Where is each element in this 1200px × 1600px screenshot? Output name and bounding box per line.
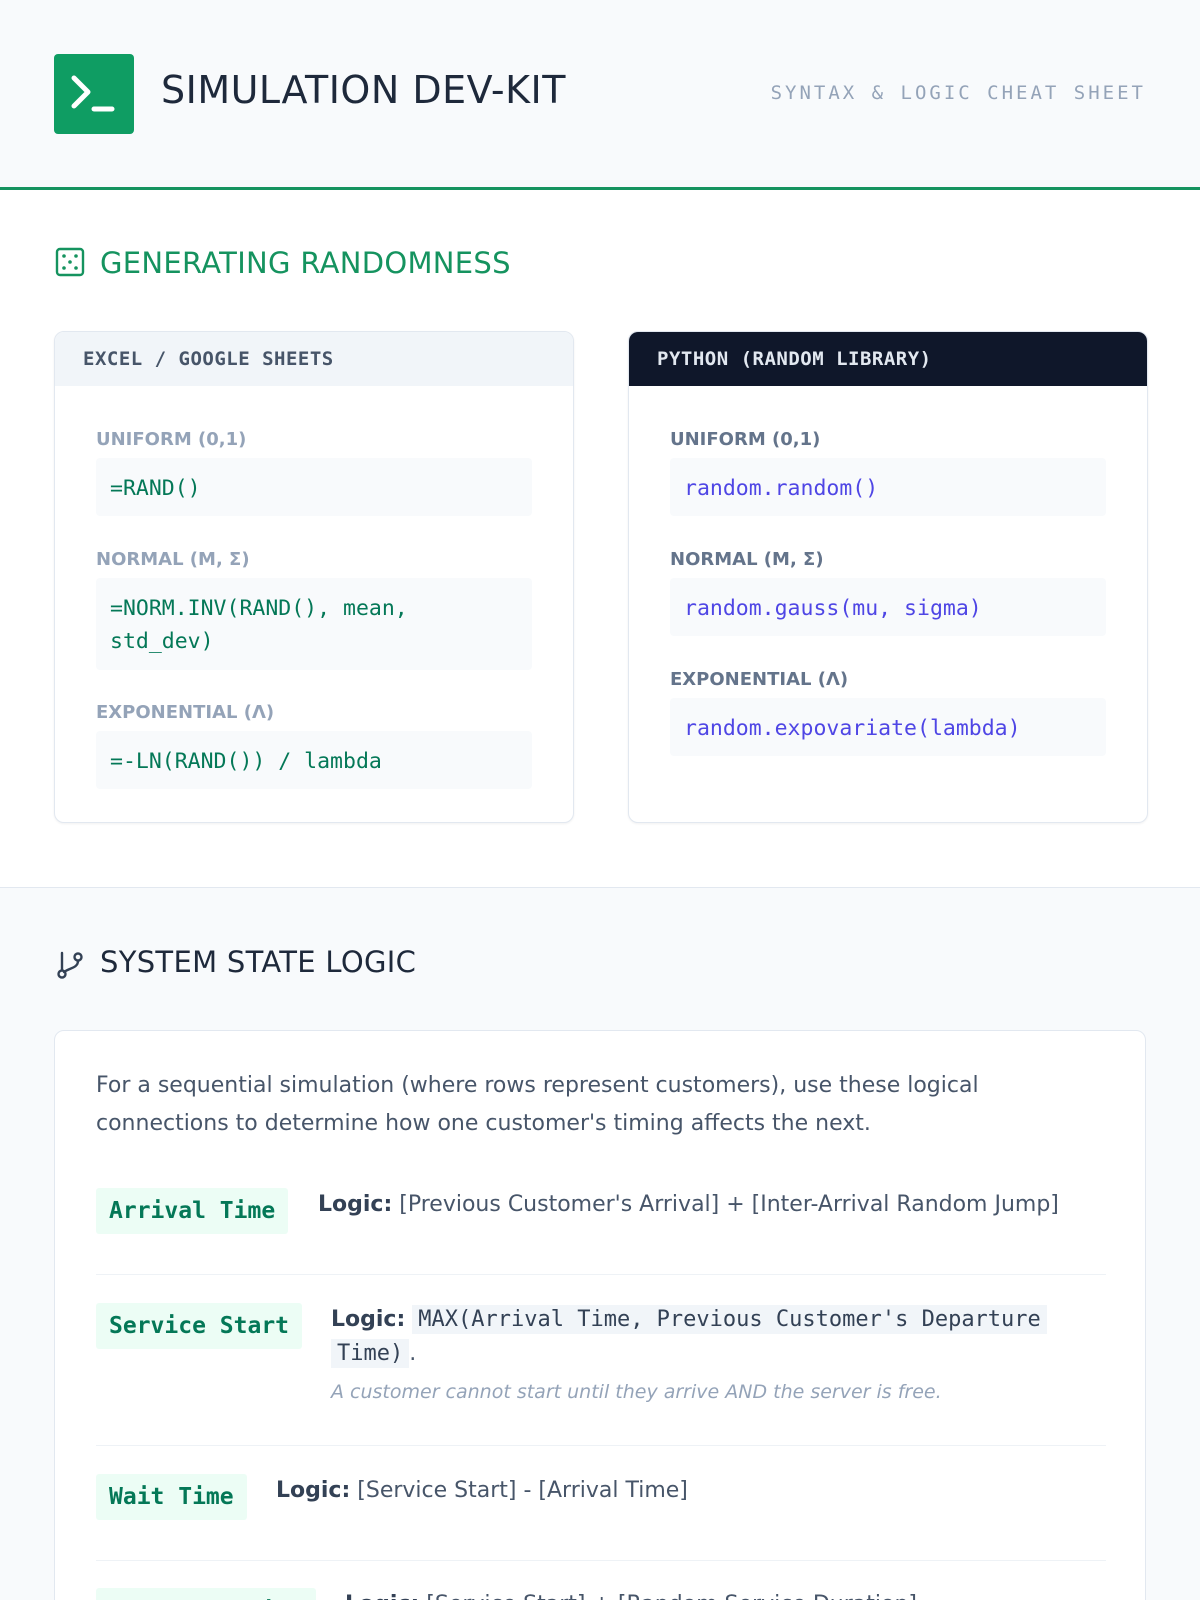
python-uniform-code-text: random.random(): [684, 476, 879, 501]
python-uniform-code: random.random(): [670, 458, 1106, 516]
python-exponential-label: EXPONENTIAL (Λ): [670, 669, 849, 690]
service-start-code-line1: MAX(Arrival Time, Previous Customer's De…: [412, 1305, 1047, 1334]
excel-card-heading: EXCEL / GOOGLE SHEETS: [55, 332, 573, 386]
python-normal-label: NORMAL (M, Σ): [670, 549, 824, 570]
arrival-time-logic-text: [Previous Customer's Arrival] + [Inter-A…: [399, 1192, 1059, 1217]
excel-normal-code-line2: std_dev): [110, 629, 214, 654]
arrival-time-logic: Logic: [Previous Customer's Arrival] + […: [318, 1188, 1059, 1222]
service-start-logic: Logic: MAX(Arrival Time, Previous Custom…: [331, 1303, 1111, 1371]
python-exponential-code: random.expovariate(lambda): [670, 698, 1106, 756]
wait-time-badge: Wait Time: [96, 1474, 247, 1520]
wait-time-logic-text: [Service Start] - [Arrival Time]: [357, 1478, 688, 1503]
excel-card: EXCEL / GOOGLE SHEETS UNIFORM (0,1) =RAN…: [54, 331, 574, 823]
logic-label: Logic:: [318, 1192, 393, 1217]
randomness-section: GENERATING RANDOMNESS EXCEL / GOOGLE SHE…: [0, 190, 1200, 888]
row-divider: [96, 1445, 1106, 1446]
git-branch-icon: [57, 951, 83, 979]
departure-time-logic: Logic: [Service Start] + [Random Service…: [345, 1588, 917, 1600]
python-normal-code-text: random.gauss(mu, sigma): [684, 596, 982, 621]
excel-exponential-label: EXPONENTIAL (Λ): [96, 702, 275, 723]
service-start-badge: Service Start: [96, 1303, 303, 1349]
python-card: PYTHON (RANDOM LIBRARY) UNIFORM (0,1) ra…: [628, 331, 1148, 823]
randomness-section-title: GENERATING RANDOMNESS: [100, 246, 511, 280]
excel-exponential-code: =-LN(RAND()) / lambda: [96, 731, 532, 789]
state-logic-card: For a sequential simulation (where rows …: [54, 1030, 1146, 1600]
row-divider: [96, 1274, 1106, 1275]
dice-icon: [55, 247, 85, 277]
departure-time-logic-text: [Service Start] + [Random Service Durati…: [426, 1592, 917, 1600]
excel-normal-code: =NORM.INV(RAND(), mean, std_dev): [96, 578, 532, 670]
page-header: SIMULATION DEV-KIT SYNTAX & LOGIC CHEAT …: [0, 0, 1200, 190]
service-start-code-line2: Time): [331, 1339, 410, 1368]
state-logic-section-title: SYSTEM STATE LOGIC: [100, 945, 417, 979]
excel-normal-label: NORMAL (M, Σ): [96, 549, 250, 570]
page-subtitle: SYNTAX & LOGIC CHEAT SHEET: [770, 82, 1146, 104]
service-start-note: A customer cannot start until they arriv…: [331, 1381, 942, 1403]
departure-time-badge: Departure Time: [96, 1588, 316, 1600]
logic-label: Logic:: [331, 1307, 406, 1332]
page-title: SIMULATION DEV-KIT: [161, 68, 566, 112]
excel-uniform-code-text: =RAND(): [110, 476, 201, 501]
excel-exponential-code-text: =-LN(RAND()) / lambda: [110, 749, 382, 774]
terminal-icon: [54, 54, 134, 134]
logic-label: Logic:: [345, 1592, 419, 1600]
state-logic-intro: For a sequential simulation (where rows …: [96, 1073, 979, 1136]
wait-time-logic: Logic: [Service Start] - [Arrival Time]: [276, 1474, 688, 1508]
row-divider: [96, 1560, 1106, 1561]
service-start-logic-suffix: .: [409, 1341, 417, 1366]
python-card-heading: PYTHON (RANDOM LIBRARY): [629, 332, 1147, 386]
excel-uniform-label: UNIFORM (0,1): [96, 429, 247, 450]
python-uniform-label: UNIFORM (0,1): [670, 429, 821, 450]
python-exponential-code-text: random.expovariate(lambda): [684, 716, 1021, 741]
python-normal-code: random.gauss(mu, sigma): [670, 578, 1106, 636]
logic-label: Logic:: [276, 1478, 351, 1503]
excel-uniform-code: =RAND(): [96, 458, 532, 516]
arrival-time-badge: Arrival Time: [96, 1188, 289, 1234]
excel-normal-code-line1: =NORM.INV(RAND(), mean,: [110, 596, 408, 621]
